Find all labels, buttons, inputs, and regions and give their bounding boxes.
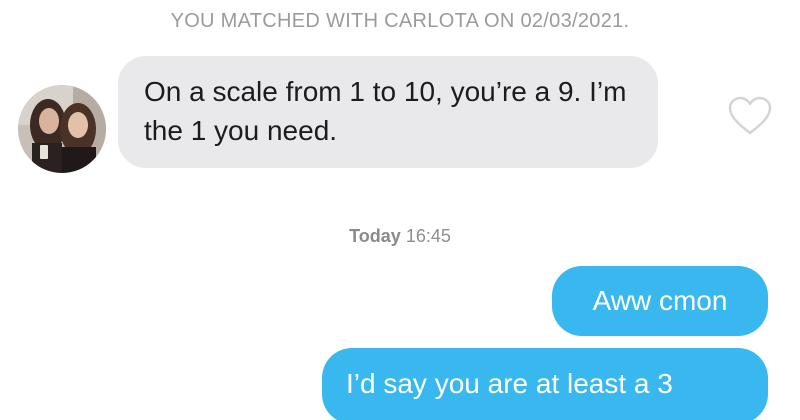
message-timestamp: Today 16:45 [0, 226, 800, 247]
match-avatar[interactable] [18, 85, 106, 173]
timestamp-day: Today [349, 226, 401, 246]
outgoing-message-bubble[interactable]: I’d say you are at least a 3 [322, 348, 768, 420]
incoming-message-bubble[interactable]: On a scale from 1 to 10, you’re a 9. I’m… [118, 56, 658, 168]
chat-screen: YOU MATCHED WITH CARLOTA ON 02/03/2021. … [0, 0, 800, 420]
outgoing-message-bubble[interactable]: Aww cmon [552, 266, 768, 336]
timestamp-time: 16:45 [405, 226, 451, 246]
avatar-photo [18, 85, 106, 173]
heart-outline-icon[interactable] [727, 96, 773, 136]
match-banner: YOU MATCHED WITH CARLOTA ON 02/03/2021. [170, 10, 630, 32]
